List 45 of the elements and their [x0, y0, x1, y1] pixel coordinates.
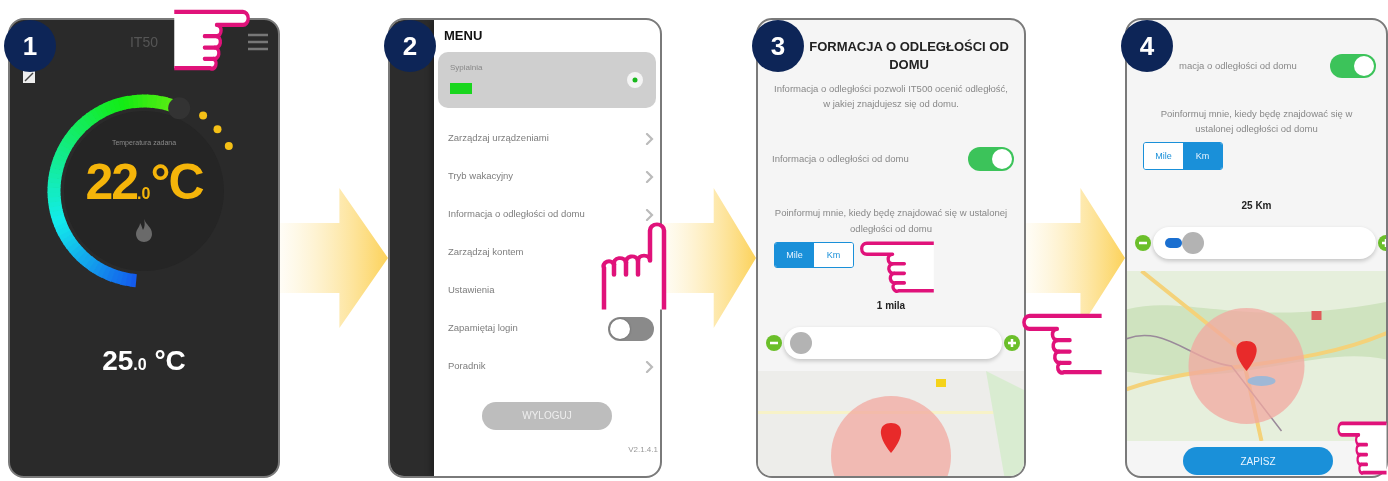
chevron-icon	[645, 170, 654, 183]
unit-tab[interactable]: Km	[1183, 143, 1222, 170]
menu-item[interactable]: Ustawienia	[448, 283, 495, 298]
flame-icon	[134, 217, 154, 243]
pointing-hand-icon	[858, 240, 936, 294]
setting-label: macja o odległości od domu	[1179, 58, 1297, 73]
save-button[interactable]: ZAPISZ	[1183, 447, 1333, 476]
menu-title: MENU	[443, 27, 484, 45]
toggle-switch[interactable]	[1330, 54, 1376, 78]
setting-label: Zapamiętaj login	[448, 321, 518, 336]
device-card[interactable]: Sypialnia	[438, 51, 656, 108]
menu-item[interactable]: Poradnik	[448, 359, 486, 374]
battery-icon	[450, 83, 472, 95]
radio-button[interactable]	[626, 70, 644, 89]
unit-tab[interactable]: Km	[814, 242, 853, 267]
menu-item[interactable]: Informacja o odległości od domu	[448, 207, 585, 222]
description-text: Informacja o odległości pozwoli IT500 ocenić odległość, w jakiej znajdujesz się od domu.	[773, 82, 1009, 112]
setting-label: Informacja o odległości od domu	[772, 152, 909, 167]
prompt-text: Poinformuj mnie, kiedy będę znajdować się w ustalonej odległości od domu	[1159, 107, 1354, 137]
screen-title: FORMACJA O ODLEGŁOŚCI OD DOMU	[808, 38, 1010, 74]
slider-track[interactable]	[1153, 227, 1376, 260]
distance-value: 1 mila	[875, 298, 907, 313]
device-name: Sypialnia	[450, 61, 483, 74]
slider-thumb[interactable]	[790, 331, 812, 354]
unit-tab[interactable]: Mile	[1144, 143, 1183, 170]
unit-tab[interactable]: Mile	[775, 242, 814, 267]
plus-icon[interactable]	[1004, 334, 1020, 351]
chevron-icon	[645, 208, 654, 221]
menu-icon[interactable]	[248, 33, 268, 51]
chevron-icon	[645, 132, 654, 145]
slider-track[interactable]	[784, 326, 1002, 359]
menu-item[interactable]: Zarządzaj kontem	[448, 245, 524, 260]
chevron-icon	[645, 360, 654, 373]
prompt-text: Poinformuj mnie, kiedy będę znajdować się w ustalonej odległości od domu	[773, 206, 1009, 236]
pointing-hand-icon	[172, 8, 252, 72]
menu-item[interactable]: Zarządzaj urządzeniami	[448, 131, 549, 146]
temperature-gauge[interactable]	[47, 94, 233, 288]
version-text: V2.1.4.1	[627, 443, 659, 456]
menu-item[interactable]: Tryb wakacyjny	[448, 169, 514, 184]
distance-value: 25 Km	[1240, 199, 1273, 214]
minus-icon[interactable]	[1135, 235, 1151, 252]
toggle-switch[interactable]	[968, 147, 1014, 172]
minus-icon[interactable]	[766, 334, 782, 351]
slider-thumb[interactable]	[1181, 232, 1204, 255]
toggle-switch[interactable]	[608, 316, 654, 341]
